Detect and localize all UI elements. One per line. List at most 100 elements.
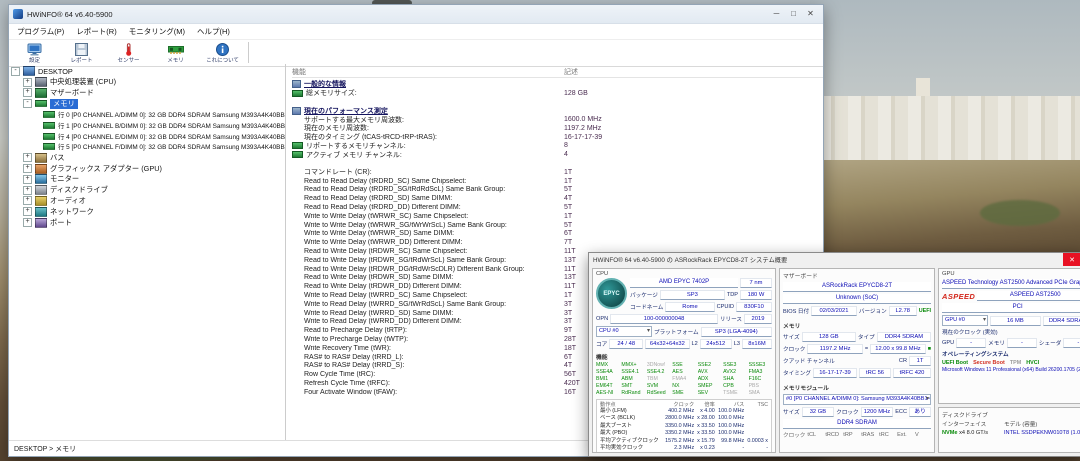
- memory-dimm-button[interactable]: メモリ: [152, 41, 199, 64]
- gpu-combo-box[interactable]: GPU #0: [942, 315, 988, 326]
- about-info-button[interactable]: これについて: [199, 41, 246, 64]
- mb-field-label: クロック: [836, 410, 859, 416]
- menu-item-1[interactable]: レポート(R): [70, 26, 122, 37]
- details-feature-text: RAS# to RAS# Delay (tRRD_L):: [304, 353, 404, 361]
- tree-item-7[interactable]: + オーディオ: [9, 195, 285, 207]
- details-row[interactable]: コマンドレート (CR): 1T: [292, 168, 823, 177]
- cpu-row: パッケージ SP3 TDP 180 W: [630, 290, 772, 300]
- tree-root-desktop[interactable]: - DESKTOP: [9, 66, 285, 77]
- mb-field-label: タイミング: [783, 371, 811, 377]
- tree-expander[interactable]: +: [23, 196, 32, 206]
- summary-close-button[interactable]: ✕: [1063, 253, 1080, 266]
- feature-column-header[interactable]: 機能: [292, 67, 564, 77]
- tree-item-label: ディスクドライブ: [50, 185, 108, 195]
- cpu-field-value: 24 / 48: [609, 339, 644, 349]
- section-icon: [292, 106, 301, 115]
- tree-item-label: オーディオ: [50, 195, 86, 205]
- settings-monitor-button[interactable]: 設定: [11, 41, 58, 64]
- details-value: 13T: [564, 274, 577, 282]
- tree-item-0[interactable]: + 中央処理装置 (CPU): [9, 77, 285, 88]
- tree-expander[interactable]: -: [23, 99, 32, 109]
- mb-icon: [35, 87, 47, 98]
- details-row[interactable]: 総メモリサイズ: 128 GB: [292, 89, 823, 98]
- mb-section-label: メモリ: [783, 324, 801, 330]
- mb-title-value: ASRockRack EPYCD8-2T: [783, 282, 931, 292]
- tree-expander[interactable]: +: [23, 207, 32, 217]
- mb-combo-box[interactable]: #0 [P0 CHANNEL A/DIMM 0]: Samsung M393A4…: [783, 394, 931, 405]
- memory-dimm-icon: [292, 89, 303, 97]
- maximize-button[interactable]: □: [785, 6, 802, 22]
- tree-expander[interactable]: +: [23, 174, 32, 184]
- tree-item-6[interactable]: + ディスクドライブ: [9, 185, 285, 196]
- mb-field-value: DDR4 SDRAM: [876, 332, 932, 342]
- report-disk-button[interactable]: レポート: [58, 41, 105, 64]
- mb-row: ASRockRack EPYCD8-2T: [783, 282, 931, 292]
- details-feature-text: Write to Write Delay (tWRWR_SC) Same Chi…: [304, 212, 469, 220]
- cpu-field-label: コードネーム: [630, 305, 664, 311]
- details-row[interactable]: Write to Write Delay (tWRWR_DD) Differen…: [292, 238, 823, 247]
- toolbar: 設定 レポート センサー メモリ これについて: [9, 40, 823, 67]
- tree-expander[interactable]: +: [23, 164, 32, 174]
- mb-field-label: クロック: [783, 347, 806, 353]
- tree-expander[interactable]: +: [23, 153, 32, 163]
- mb-section-label: メモリモジュール: [783, 386, 829, 392]
- tree-expander[interactable]: +: [23, 185, 32, 195]
- close-button[interactable]: ✕: [802, 6, 819, 22]
- details-row[interactable]: Read to Read Delay (tRDRD_SC) Same Chips…: [292, 177, 823, 186]
- tree-expander[interactable]: +: [23, 77, 32, 87]
- about-info-icon: [216, 42, 229, 56]
- tree-item-8[interactable]: + ネットワーク: [9, 206, 285, 217]
- sensor-thermometer-button[interactable]: センサー: [105, 41, 152, 64]
- cpu-flag-ssse3: SSSE3: [748, 362, 766, 368]
- cpu-field-label: L2: [691, 341, 698, 347]
- details-row[interactable]: Write to Write Delay (tWRWR_SD) Same DIM…: [292, 230, 823, 239]
- details-row[interactable]: Write to Write Delay (tWRWR_SC) Same Chi…: [292, 212, 823, 221]
- mb-table-header: tRC: [879, 432, 889, 438]
- tree-item-memory-row-2[interactable]: 行 4 [P0 CHANNEL E/DIMM 0]: 32 GB DDR4 SD…: [9, 131, 285, 142]
- tree-expander[interactable]: -: [11, 66, 20, 76]
- tree-expander[interactable]: +: [23, 88, 32, 98]
- tree-item-2[interactable]: - メモリ: [9, 98, 285, 109]
- details-header: 機能 記述: [292, 66, 823, 78]
- menu-item-0[interactable]: プログラム(P): [11, 26, 70, 37]
- menu-item-2[interactable]: モニタリング(M): [123, 26, 191, 37]
- gpu-field-value: DDR4 SDRAM: [1042, 315, 1080, 326]
- tree-item-1[interactable]: + マザーボード: [9, 87, 285, 99]
- details-value: 1T: [564, 168, 573, 176]
- details-row[interactable]: Write to Write Delay (tWRWR_SG/tWrWrScL)…: [292, 221, 823, 230]
- details-value: 4T: [564, 362, 573, 370]
- details-row[interactable]: アクティブ メモリ チャンネル: 4: [292, 150, 823, 159]
- tree-item-9[interactable]: + ポート: [9, 217, 285, 228]
- os-name: Microsoft Windows 11 Professional (x64) …: [942, 367, 1080, 373]
- amd-epyc-logo-icon: EPYC: [596, 278, 627, 309]
- device-tree: - DESKTOP + 中央処理装置 (CPU) + マザーボード - メモリ行 0 [P0 …: [9, 64, 286, 440]
- tree-item-3[interactable]: + バス: [9, 152, 285, 163]
- mb-row: メモリモジュール: [783, 380, 931, 392]
- tree-item-4[interactable]: + グラフィックス アダプター (GPU): [9, 163, 285, 174]
- details-row[interactable]: Read to Read Delay (tRDRD_SD) Same DIMM:…: [292, 194, 823, 203]
- details-row[interactable]: Read to Read Delay (tRDRD_SG/tRdRdScL) S…: [292, 186, 823, 195]
- tree-item-memory-row-1[interactable]: 行 1 [P0 CHANNEL B/DIMM 0]: 32 GB DDR4 SD…: [9, 120, 285, 131]
- mb-field-value: L2.78: [888, 306, 917, 316]
- value-column-header[interactable]: 記述: [564, 67, 823, 77]
- details-feature-text: Write Recovery Time (tWR):: [304, 344, 391, 352]
- menu-item-3[interactable]: ヘルプ(H): [191, 26, 236, 37]
- mb-field-value: 1200 MHz: [860, 407, 894, 417]
- memory-dimm-icon: [43, 121, 55, 129]
- details-feature: Read to Read Delay (tRDRD_SC) Same Chips…: [292, 178, 564, 185]
- mb-field-value: tRC 56: [859, 368, 891, 378]
- gpu-field-label: GPU: [942, 340, 955, 346]
- details-row[interactable]: Read to Read Delay (tRDRD_DD) Different …: [292, 203, 823, 212]
- tree-item-5[interactable]: + モニター: [9, 174, 285, 185]
- bus-icon: [35, 152, 47, 163]
- minimize-button[interactable]: ─: [768, 6, 785, 22]
- tree-item-memory-row-3[interactable]: 行 5 [P0 CHANNEL F/DIMM 0]: 32 GB DDR4 SD…: [9, 142, 285, 153]
- mb-field-label: =: [864, 346, 869, 352]
- mb-field-label: サイズ: [783, 410, 800, 416]
- memory-dimm-icon: [167, 42, 184, 56]
- cpu-combo-box[interactable]: CPU #0: [596, 326, 652, 337]
- tree-expander[interactable]: +: [23, 218, 32, 228]
- tree-item-label: 行 1 [P0 CHANNEL B/DIMM 0]: 32 GB DDR4 SD…: [58, 122, 285, 130]
- tree-item-memory-row-0[interactable]: 行 0 [P0 CHANNEL A/DIMM 0]: 32 GB DDR4 SD…: [9, 109, 285, 120]
- toolbar-button-label: レポート: [70, 58, 93, 64]
